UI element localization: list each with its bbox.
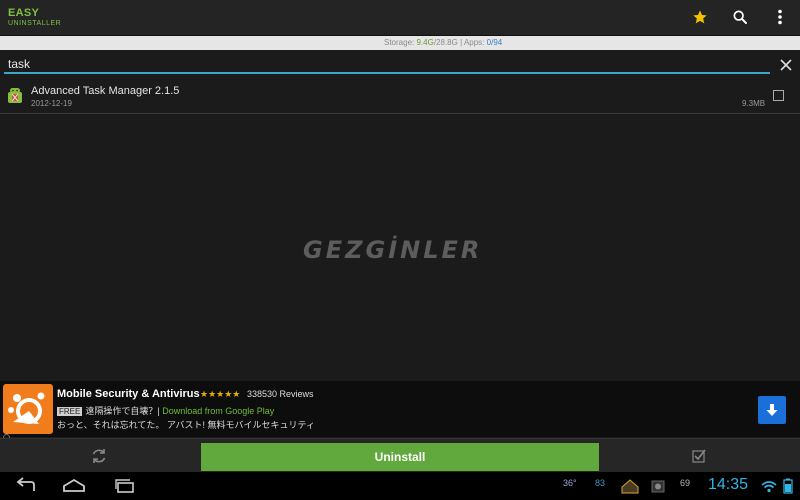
bottom-action-bar: Uninstall bbox=[0, 438, 800, 472]
app-name: Advanced Task Manager 2.1.5 bbox=[31, 85, 180, 97]
search-input[interactable] bbox=[4, 55, 770, 74]
action-bar: EASY UNINSTALLER bbox=[0, 0, 800, 36]
clear-search-icon[interactable] bbox=[778, 57, 794, 73]
ad-subtitle-line: FREE 遠隔操作で自壊？| Download from Google Play bbox=[57, 404, 274, 417]
ad-source: Download from Google Play bbox=[162, 406, 275, 416]
uninstall-button[interactable]: Uninstall bbox=[201, 443, 599, 471]
storage-bar: Storage: 9.4G/28.8G | Apps: 0/94 bbox=[0, 36, 800, 50]
ad-info-icon[interactable] bbox=[3, 428, 10, 441]
storage-text: Storage: 9.4G/28.8G | Apps: 0/94 bbox=[384, 38, 502, 47]
home-icon[interactable] bbox=[62, 477, 86, 495]
app-checkbox[interactable] bbox=[773, 90, 784, 101]
app-date: 2012-12-19 bbox=[31, 99, 72, 108]
search-icon[interactable] bbox=[729, 6, 751, 28]
ad-description: おっと、それは忘れてた。 アバスト! 無料モバイルセキュリティ bbox=[57, 420, 315, 430]
wifi-icon bbox=[761, 477, 777, 495]
ad-title: Mobile Security & Antivirus bbox=[57, 388, 200, 400]
select-all-checkbox-icon[interactable] bbox=[691, 448, 707, 464]
ad-subtitle: 遠隔操作で自壊？| bbox=[85, 406, 160, 416]
battery-icon bbox=[781, 477, 795, 495]
temperature-status: 36° bbox=[563, 478, 577, 488]
ad-rating-stars: ★★★★★ bbox=[200, 389, 241, 399]
storage-total: /28.8G bbox=[433, 38, 458, 47]
logo-main-text: EASY bbox=[8, 7, 40, 19]
weather-icon bbox=[620, 477, 640, 495]
notification-icon bbox=[650, 477, 666, 495]
battery-percent: 69 bbox=[680, 478, 691, 488]
watermark: GEZGİNLER bbox=[303, 236, 483, 264]
logo-sub-text: UNINSTALLER bbox=[8, 20, 62, 27]
storage-used: 9.4G bbox=[416, 38, 434, 47]
overflow-menu-icon[interactable] bbox=[769, 6, 791, 28]
recent-apps-icon[interactable] bbox=[113, 477, 137, 495]
ad-banner[interactable]: Mobile Security & Antivirus ★★★★★ 338530… bbox=[0, 381, 800, 441]
download-arrow-icon bbox=[766, 404, 778, 416]
clock: 14:35 bbox=[708, 476, 749, 493]
apps-label: Apps: bbox=[463, 38, 485, 47]
star-icon[interactable] bbox=[689, 6, 711, 28]
refresh-icon[interactable] bbox=[90, 447, 108, 465]
download-button[interactable] bbox=[758, 396, 786, 424]
app-size: 9.3MB bbox=[742, 99, 766, 108]
system-nav-bar: 36° 83 69 14:35 bbox=[0, 472, 800, 500]
back-icon[interactable] bbox=[14, 477, 38, 495]
storage-label: Storage: bbox=[384, 38, 415, 47]
ad-reviews: 338530 Reviews bbox=[247, 389, 314, 399]
android-app-icon bbox=[5, 86, 25, 106]
avast-logo-icon[interactable] bbox=[3, 384, 53, 434]
signal-status: 83 bbox=[595, 478, 606, 488]
app-logo: EASY UNINSTALLER bbox=[8, 7, 62, 28]
free-badge: FREE bbox=[57, 407, 83, 416]
apps-total: /94 bbox=[491, 38, 503, 47]
search-row bbox=[0, 51, 800, 79]
list-item[interactable]: Advanced Task Manager 2.1.5 2012-12-19 9… bbox=[0, 81, 800, 114]
storage-separator: | bbox=[460, 38, 463, 47]
